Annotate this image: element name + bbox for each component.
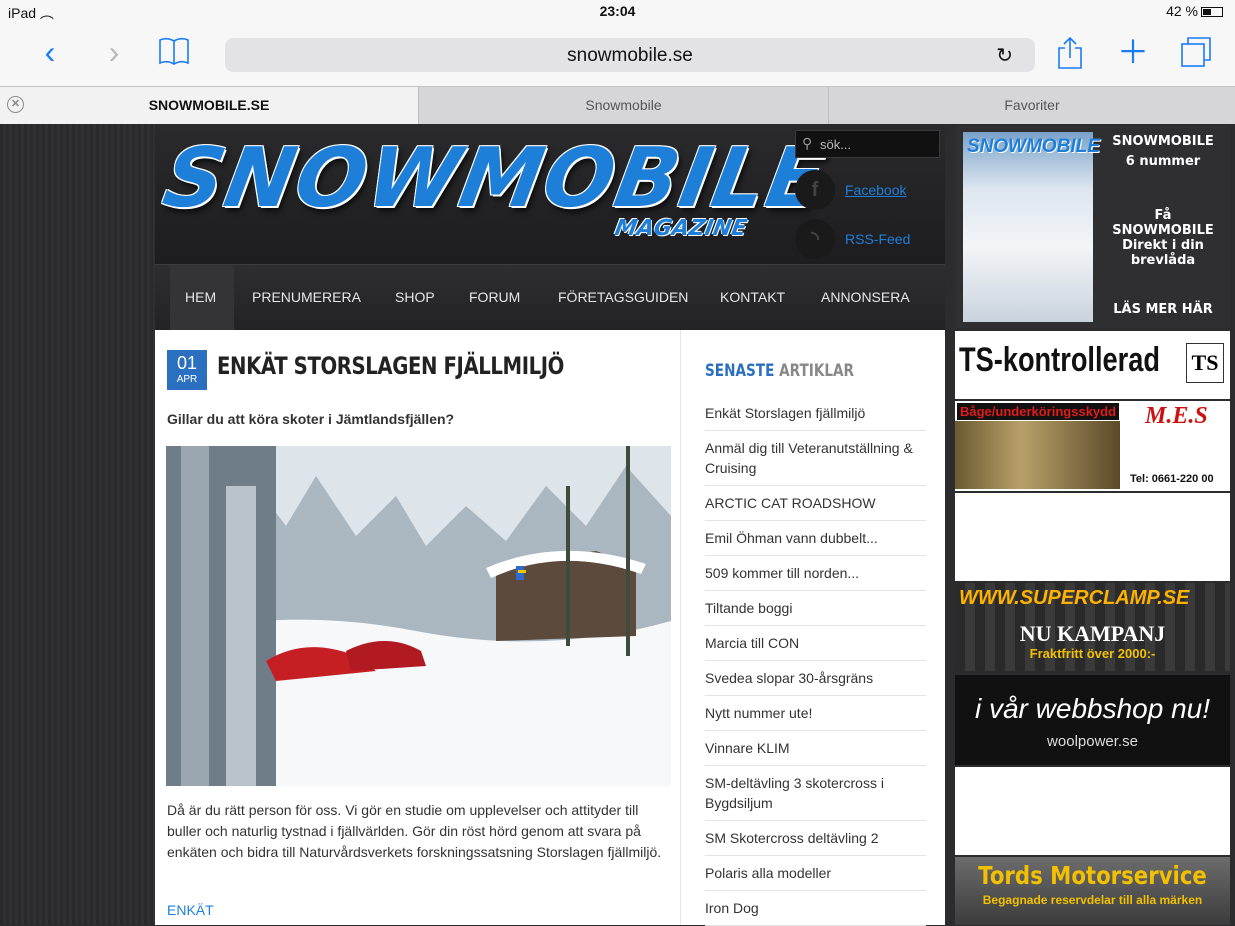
facebook-link[interactable]: f Facebook [795, 170, 940, 210]
list-item[interactable]: SM Skotercross deltävling 2 [705, 821, 926, 856]
list-item[interactable]: ARCTIC CAT ROADSHOW [705, 486, 926, 521]
tab-favoriter[interactable]: Favoriter [828, 87, 1235, 124]
tabs-icon[interactable] [1178, 36, 1214, 73]
article: 01 APR ENKÄT STORSLAGEN FJÄLLMILJÖ Gilla… [155, 330, 681, 925]
battery-icon [1201, 7, 1223, 17]
nav-prenumerera[interactable]: PRENUMERERA [252, 289, 361, 305]
search-icon: ⚲ [802, 135, 813, 151]
share-icon[interactable] [1052, 36, 1088, 75]
list-item[interactable]: Iron Dog [705, 891, 926, 926]
blank-ad [955, 493, 1230, 581]
nav-annonsera[interactable]: ANNONSERA [821, 289, 910, 305]
back-icon[interactable]: ‹ [32, 36, 68, 68]
list-item[interactable]: Svedea slopar 30-årsgräns [705, 661, 926, 696]
tab-label: Snowmobile [585, 97, 662, 113]
close-tab-icon[interactable]: ✕ [7, 96, 24, 113]
page-background [0, 124, 155, 925]
latest-articles-title: SENASTE ARTIKLAR [705, 361, 855, 381]
tab-label: SNOWMOBILE.SE [148, 97, 270, 113]
list-item[interactable]: Nytt nummer ute! [705, 696, 926, 731]
list-item[interactable]: Tiltande boggi [705, 591, 926, 626]
list-item[interactable]: Marcia till CON [705, 626, 926, 661]
ts-kontrollerad-ad[interactable]: TS-kontrollerad TS [955, 331, 1230, 399]
search-input[interactable]: ⚲ sök... [795, 130, 940, 158]
list-item[interactable]: Enkät Storslagen fjällmiljö [705, 396, 926, 431]
article-tag-link[interactable]: ENKÄT [167, 902, 214, 918]
site-logo-sub: MAGAZINE [612, 216, 749, 241]
rss-link[interactable]: ◝ RSS-Feed [795, 219, 940, 259]
article-photo[interactable] [166, 446, 671, 786]
magazine-cover: SNOWMOBILE [963, 132, 1100, 322]
tab-bar: ✕ SNOWMOBILE.SE Snowmobile Favoriter [0, 86, 1235, 124]
list-item[interactable]: Anmäl dig till Veteranutställning & Crui… [705, 431, 926, 486]
blank-ad [955, 767, 1230, 855]
rss-icon: ◝ [795, 219, 835, 259]
tords-motorservice-ad[interactable]: Tords Motorservice Begagnade reservdelar… [955, 857, 1230, 925]
address-bar[interactable]: snowmobile.se ↻ [225, 38, 1035, 72]
ts-logo: TS [1186, 343, 1224, 383]
new-tab-icon[interactable]: ＋ [1115, 36, 1151, 68]
bookmarks-icon[interactable] [156, 36, 192, 71]
tab-snowmobile[interactable]: Snowmobile [418, 87, 828, 124]
battery-indicator: 42 % [1166, 3, 1223, 19]
mes-logo: M.E.S [1145, 403, 1208, 429]
nav-kontakt[interactable]: KONTAKT [720, 289, 785, 305]
article-lede: Gillar du att köra skoter i Jämtlandsfjä… [167, 411, 455, 427]
forward-icon[interactable]: › [96, 36, 132, 68]
clock: 23:04 [599, 3, 636, 19]
tab-snowmobile-se[interactable]: ✕ SNOWMOBILE.SE [0, 87, 418, 124]
list-item[interactable]: 509 kommer till norden... [705, 556, 926, 591]
woolpower-ad[interactable]: i vår webbshop nu! woolpower.se [955, 675, 1230, 765]
ad-column: SNOWMOBILE SNOWMOBILE 6 nummer Få SNOWMO… [953, 124, 1232, 925]
facebook-icon: f [795, 170, 835, 210]
latest-articles-list: Enkät Storslagen fjällmiljö Anmäl dig ti… [705, 396, 926, 926]
url-text: snowmobile.se [567, 45, 693, 66]
article-title[interactable]: ENKÄT STORSLAGEN FJÄLLMILJÖ [217, 352, 564, 380]
mes-ad[interactable]: Båge/underköringsskydd M.E.S Tel: 0661-2… [955, 401, 1230, 491]
nav-shop[interactable]: SHOP [395, 289, 435, 305]
read-more-link[interactable]: LÄS MER HÄR [1103, 302, 1223, 317]
site-header: SNOWMOBILE MAGAZINE ⚲ sök... f Facebook … [155, 124, 945, 264]
list-item[interactable]: SM-deltävling 3 skotercross i Bygdsiljum [705, 766, 926, 821]
reload-icon[interactable]: ↻ [996, 43, 1013, 68]
browser-toolbar: ‹ › snowmobile.se ↻ ＋ [0, 22, 1235, 86]
magazine-subscription-ad[interactable]: SNOWMOBILE SNOWMOBILE 6 nummer Få SNOWMO… [955, 126, 1230, 328]
list-item[interactable]: Emil Öhman vann dubbelt... [705, 521, 926, 556]
article-body: Då är du rätt person för oss. Vi gör en … [167, 802, 662, 860]
date-badge: 01 APR [167, 350, 207, 390]
main-nav: HEM PRENUMERERA SHOP FORUM FÖRETAGSGUIDE… [155, 264, 945, 331]
nav-hem[interactable]: HEM [185, 289, 216, 305]
status-bar: iPad ︵ 23:04 42 % [0, 0, 1235, 22]
list-item[interactable]: Vinnare KLIM [705, 731, 926, 766]
tab-label: Favoriter [1004, 97, 1060, 113]
snowmobile-photo [955, 421, 1120, 489]
content-area: 01 APR ENKÄT STORSLAGEN FJÄLLMILJÖ Gilla… [155, 330, 945, 926]
nav-foretagsguiden[interactable]: FÖRETAGSGUIDEN [558, 289, 688, 305]
site-logo[interactable]: SNOWMOBILE [157, 131, 834, 226]
superclamp-ad[interactable]: WWW.SUPERCLAMP.SE NU KAMPANJ Fraktfritt … [955, 583, 1230, 671]
latest-articles: SENASTE ARTIKLAR Enkät Storslagen fjällm… [682, 330, 945, 926]
list-item[interactable]: Polaris alla modeller [705, 856, 926, 891]
nav-forum[interactable]: FORUM [469, 289, 520, 305]
